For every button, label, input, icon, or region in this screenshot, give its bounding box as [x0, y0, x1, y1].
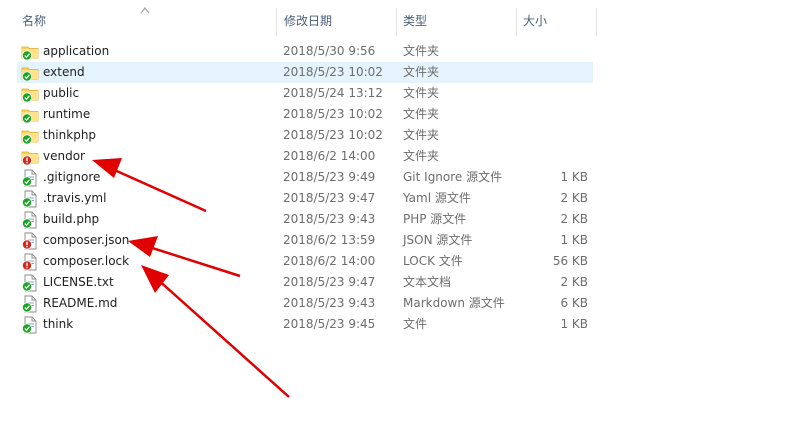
file-type: LOCK 文件 [403, 254, 463, 268]
file-name: application [43, 44, 110, 58]
file-modified-date: 2018/5/24 13:12 [283, 86, 383, 100]
file-synced-icon [21, 211, 39, 229]
file-name: extend [43, 65, 85, 79]
folder-conflict-icon [21, 148, 39, 166]
file-name: public [43, 86, 80, 100]
file-size: 2 KB [560, 191, 588, 205]
file-type: 文件夹 [403, 128, 440, 142]
file-modified-date: 2018/5/23 9:43 [283, 296, 376, 310]
file-type: 文件夹 [403, 65, 440, 79]
column-divider[interactable] [396, 8, 397, 36]
file-row[interactable]: LICENSE.txt 2018/5/23 9:47 文本文档 2 KB [17, 272, 593, 293]
file-row[interactable]: extend 2018/5/23 10:02 文件夹 [17, 62, 593, 83]
file-modified-date: 2018/5/23 9:49 [283, 170, 376, 184]
file-name: think [43, 317, 74, 331]
file-modified-date: 2018/5/23 10:02 [283, 128, 383, 142]
file-size [520, 104, 588, 125]
file-modified-date: 2018/5/23 9:47 [283, 275, 376, 289]
file-modified-date: 2018/6/2 14:00 [283, 149, 376, 163]
file-synced-icon [21, 169, 39, 187]
file-name: build.php [43, 212, 100, 226]
file-synced-icon [21, 316, 39, 334]
column-divider[interactable] [276, 8, 277, 36]
file-type: 文件夹 [403, 107, 440, 121]
file-size [520, 125, 588, 146]
file-name: vendor [43, 149, 85, 163]
file-type: JSON 源文件 [403, 233, 473, 247]
file-row[interactable]: README.md 2018/5/23 9:43 Markdown 源文件 6 KB [17, 293, 593, 314]
file-name: thinkphp [43, 128, 97, 142]
file-modified-date: 2018/5/23 9:45 [283, 317, 376, 331]
column-header-type[interactable]: 类型 [403, 0, 427, 36]
folder-synced-icon [21, 127, 39, 145]
column-divider[interactable] [516, 8, 517, 36]
file-size: 2 KB [560, 275, 588, 289]
column-header-size[interactable]: 大小 [523, 0, 547, 36]
file-row[interactable]: composer.lock 2018/6/2 14:00 LOCK 文件 56 KB [17, 251, 593, 272]
file-size: 1 KB [560, 233, 588, 247]
file-modified-date: 2018/5/30 9:56 [283, 44, 376, 58]
file-row[interactable]: .gitignore 2018/5/23 9:49 Git Ignore 源文件 1 … [17, 167, 593, 188]
file-name: README.md [43, 296, 118, 310]
file-synced-icon [21, 190, 39, 208]
file-modified-date: 2018/5/23 10:02 [283, 107, 383, 121]
file-size: 6 KB [560, 296, 588, 310]
file-row[interactable]: .travis.yml 2018/5/23 9:47 Yaml 源文件 2 KB [17, 188, 593, 209]
file-row[interactable]: application 2018/5/30 9:56 文件夹 [17, 41, 593, 62]
file-size [520, 146, 588, 167]
file-type: Markdown 源文件 [403, 296, 505, 310]
column-divider[interactable] [596, 8, 597, 36]
file-synced-icon [21, 274, 39, 292]
file-conflict-icon [21, 253, 39, 271]
file-size: 1 KB [560, 317, 588, 331]
file-type: 文本文档 [403, 275, 452, 289]
file-type: PHP 源文件 [403, 212, 467, 226]
file-row[interactable]: vendor 2018/6/2 14:00 文件夹 [17, 146, 593, 167]
file-type: 文件 [403, 317, 428, 331]
file-name: .travis.yml [43, 191, 107, 205]
file-type: 文件夹 [403, 86, 440, 100]
file-row[interactable]: think 2018/5/23 9:45 文件 1 KB [17, 314, 593, 335]
file-name: LICENSE.txt [43, 275, 114, 289]
folder-synced-icon [21, 85, 39, 103]
folder-synced-icon [21, 64, 39, 82]
file-synced-icon [21, 295, 39, 313]
file-size: 2 KB [560, 212, 588, 226]
file-modified-date: 2018/5/23 10:02 [283, 65, 383, 79]
file-name: runtime [43, 107, 91, 121]
file-size [520, 83, 588, 104]
file-size [520, 62, 588, 83]
file-type: 文件夹 [403, 149, 440, 163]
file-type: Git Ignore 源文件 [403, 170, 503, 184]
file-type: Yaml 源文件 [403, 191, 471, 205]
file-row[interactable]: composer.json 2018/6/2 13:59 JSON 源文件 1 KB [17, 230, 593, 251]
folder-synced-icon [21, 43, 39, 61]
file-row[interactable]: thinkphp 2018/5/23 10:02 文件夹 [17, 125, 593, 146]
file-modified-date: 2018/6/2 14:00 [283, 254, 376, 268]
file-name: composer.lock [43, 254, 130, 268]
file-type: 文件夹 [403, 44, 440, 58]
sort-ascending-icon [140, 7, 150, 14]
file-modified-date: 2018/6/2 13:59 [283, 233, 376, 247]
file-modified-date: 2018/5/23 9:47 [283, 191, 376, 205]
column-header-name[interactable]: 名称 [22, 0, 46, 36]
file-row[interactable]: public 2018/5/24 13:12 文件夹 [17, 83, 593, 104]
file-modified-date: 2018/5/23 9:43 [283, 212, 376, 226]
file-size: 56 KB [552, 254, 588, 268]
file-name: composer.json [43, 233, 130, 247]
file-size: 1 KB [560, 170, 588, 184]
file-row[interactable]: build.php 2018/5/23 9:43 PHP 源文件 2 KB [17, 209, 593, 230]
file-name: .gitignore [43, 170, 101, 184]
file-row[interactable]: runtime 2018/5/23 10:02 文件夹 [17, 104, 593, 125]
column-header-date[interactable]: 修改日期 [284, 0, 332, 36]
folder-synced-icon [21, 106, 39, 124]
file-size [520, 41, 588, 62]
column-header-bar: 名称 修改日期 类型 大小 [0, 0, 799, 36]
file-conflict-icon [21, 232, 39, 250]
